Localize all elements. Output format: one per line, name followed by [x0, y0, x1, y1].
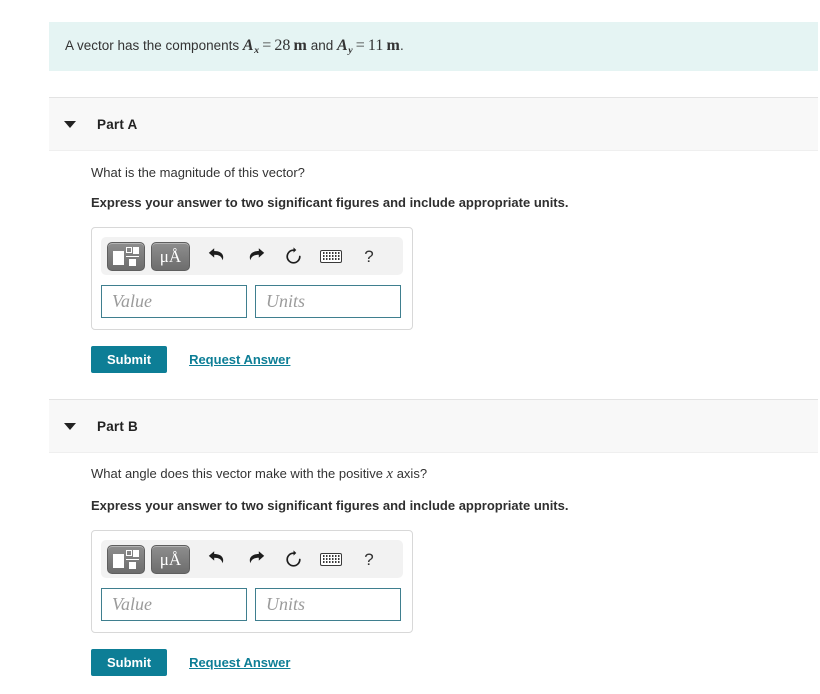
answer-toolbar-a: μÅ ?	[101, 237, 403, 276]
undo-icon[interactable]	[202, 242, 232, 271]
symbol-a-x: A	[242, 37, 254, 55]
statement-conjunction: and	[306, 38, 337, 54]
statement-math-ay: Ay = 11 m	[337, 37, 400, 56]
question-prefix-b: What angle does this vector make with th…	[91, 466, 387, 481]
reset-icon[interactable]	[278, 545, 308, 574]
help-icon[interactable]: ?	[354, 545, 384, 574]
help-icon[interactable]: ?	[354, 242, 384, 271]
question-text-b: What angle does this vector make with th…	[91, 465, 820, 485]
unit-ax: m	[293, 37, 307, 55]
template-icon-button-a[interactable]	[107, 241, 145, 271]
problem-statement-text: A vector has the components Ax = 28 m and A…	[65, 35, 404, 58]
units-input-placeholder-a: Units	[266, 291, 306, 312]
redo-icon[interactable]	[240, 545, 270, 574]
part-body-a: What is the magnitude of this vector? Ex…	[0, 164, 820, 374]
equals-sign-y: =	[355, 37, 365, 55]
answer-fields-a: Value Units	[101, 285, 403, 319]
help-question-mark: ?	[364, 549, 374, 569]
value-ay: 11	[367, 37, 384, 55]
actions-row-a: Submit Request Answer	[91, 346, 820, 374]
answer-toolbar-b: μÅ ?	[101, 540, 403, 579]
chevron-down-icon[interactable]	[64, 422, 76, 430]
micro-angstrom-icon: μÅ	[159, 246, 182, 266]
part-header-a[interactable]: Part A	[49, 97, 818, 151]
keyboard-icon[interactable]	[316, 545, 346, 574]
template-icon	[113, 246, 139, 266]
units-input-a[interactable]: Units	[255, 285, 401, 319]
subscript-x: x	[254, 44, 260, 56]
help-question-mark: ?	[364, 246, 374, 266]
problem-statement-banner: A vector has the components Ax = 28 m and A…	[49, 22, 818, 71]
submit-button-a[interactable]: Submit	[91, 346, 168, 374]
value-input-b[interactable]: Value	[101, 588, 247, 622]
actions-row-b: Submit Request Answer	[91, 649, 820, 677]
question-prefix-a: What is the magnitude of this vector?	[91, 165, 305, 180]
value-ax: 28	[274, 37, 291, 55]
request-answer-link-b[interactable]: Request Answer	[189, 655, 290, 670]
statement-math-ax: Ax = 28 m	[242, 37, 307, 56]
part-header-b[interactable]: Part B	[49, 399, 818, 453]
undo-icon[interactable]	[202, 545, 232, 574]
subscript-y: y	[348, 44, 353, 56]
chevron-down-icon[interactable]	[64, 120, 76, 128]
part-label-a: Part A	[97, 116, 138, 132]
request-answer-link-a[interactable]: Request Answer	[189, 352, 290, 367]
answer-widget-b: μÅ ? Value Units	[91, 530, 413, 634]
micro-angstrom-icon: μÅ	[159, 549, 182, 569]
statement-period: .	[399, 38, 404, 54]
answer-fields-b: Value Units	[101, 588, 403, 622]
units-input-placeholder-b: Units	[266, 594, 306, 615]
redo-icon[interactable]	[240, 242, 270, 271]
answer-widget-a: μÅ ? Value Units	[91, 227, 413, 331]
equals-sign-x: =	[262, 37, 272, 55]
units-icon-button-a[interactable]: μÅ	[151, 241, 190, 271]
part-body-b: What angle does this vector make with th…	[0, 465, 820, 677]
question-text-a: What is the magnitude of this vector?	[91, 164, 820, 182]
statement-prefix: A vector has the components	[65, 38, 243, 54]
instruction-text-b: Express your answer to two significant f…	[91, 497, 569, 513]
value-input-a[interactable]: Value	[101, 285, 247, 319]
template-icon-button-b[interactable]	[107, 544, 145, 574]
instruction-text-a: Express your answer to two significant f…	[91, 194, 569, 210]
template-icon	[113, 549, 139, 569]
value-input-placeholder-b: Value	[112, 594, 152, 615]
unit-ay: m	[386, 37, 400, 55]
problem-page: A vector has the components Ax = 28 m and A…	[0, 0, 820, 694]
question-suffix-b: axis?	[393, 466, 428, 481]
keyboard-icon[interactable]	[316, 242, 346, 271]
value-input-placeholder-a: Value	[112, 291, 152, 312]
reset-icon[interactable]	[278, 242, 308, 271]
units-icon-button-b[interactable]: μÅ	[151, 544, 190, 574]
symbol-a-y: A	[337, 37, 348, 55]
units-input-b[interactable]: Units	[255, 588, 401, 622]
part-label-b: Part B	[97, 418, 138, 434]
submit-button-b[interactable]: Submit	[91, 649, 168, 677]
